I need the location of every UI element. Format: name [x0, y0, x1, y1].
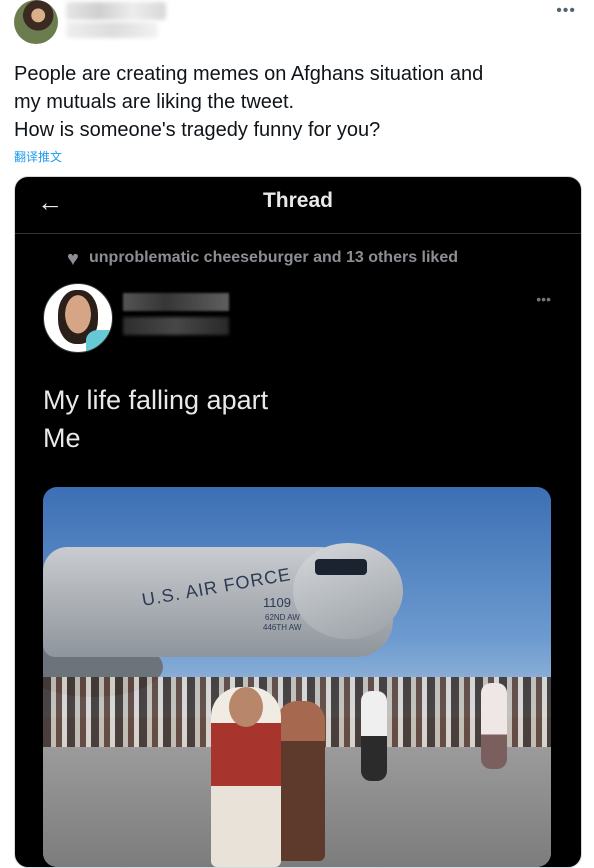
tweet-text: People are creating memes on Afghans sit… — [14, 60, 580, 144]
quoted-author-handle-redacted — [123, 317, 229, 335]
thread-title: Thread — [262, 189, 333, 212]
tweet-text-line: my mutuals are liking the tweet. — [14, 91, 295, 113]
quoted-author-avatar — [43, 283, 113, 353]
tweet-text-line: How is someone's tragedy funny for you? — [14, 119, 381, 141]
more-options-icon[interactable]: ••• — [556, 2, 576, 20]
thread-header: ← Thread — [15, 177, 581, 233]
plane-tail-number: 1109 — [263, 595, 291, 610]
translate-tweet-link[interactable]: 翻译推文 — [14, 148, 62, 165]
quoted-post-line: My life falling apart — [43, 385, 269, 415]
plane-sub-label: 62ND AW — [265, 613, 300, 622]
author-avatar[interactable] — [14, 0, 58, 44]
plane-cockpit — [315, 559, 367, 575]
author-name-redacted[interactable] — [66, 2, 166, 20]
liked-by-text: unproblematic cheeseburger and 13 others… — [89, 249, 458, 266]
running-person — [361, 691, 387, 781]
liked-by-row: ♥ unproblematic cheeseburger and 13 othe… — [67, 248, 458, 270]
attached-screenshot[interactable]: ← Thread ♥ unproblematic cheeseburger an… — [14, 176, 582, 868]
quoted-author-name-redacted — [123, 293, 229, 311]
person-head — [229, 687, 263, 727]
quoted-post-photo: U.S. AIR FORCE 1109 62ND AW 446TH AW — [43, 487, 551, 867]
plane-sub-label: 446TH AW — [263, 623, 302, 632]
plane-nose — [293, 543, 403, 639]
author-handle-redacted[interactable] — [66, 22, 158, 38]
avatar-shirt — [86, 330, 112, 352]
quoted-post-line: Me — [43, 423, 81, 453]
tweet-text-line: People are creating memes on Afghans sit… — [14, 63, 484, 85]
header-divider — [15, 233, 581, 234]
person — [277, 701, 325, 861]
heart-icon: ♥ — [67, 248, 79, 270]
running-person — [481, 683, 507, 769]
quoted-more-icon: ••• — [536, 291, 551, 307]
